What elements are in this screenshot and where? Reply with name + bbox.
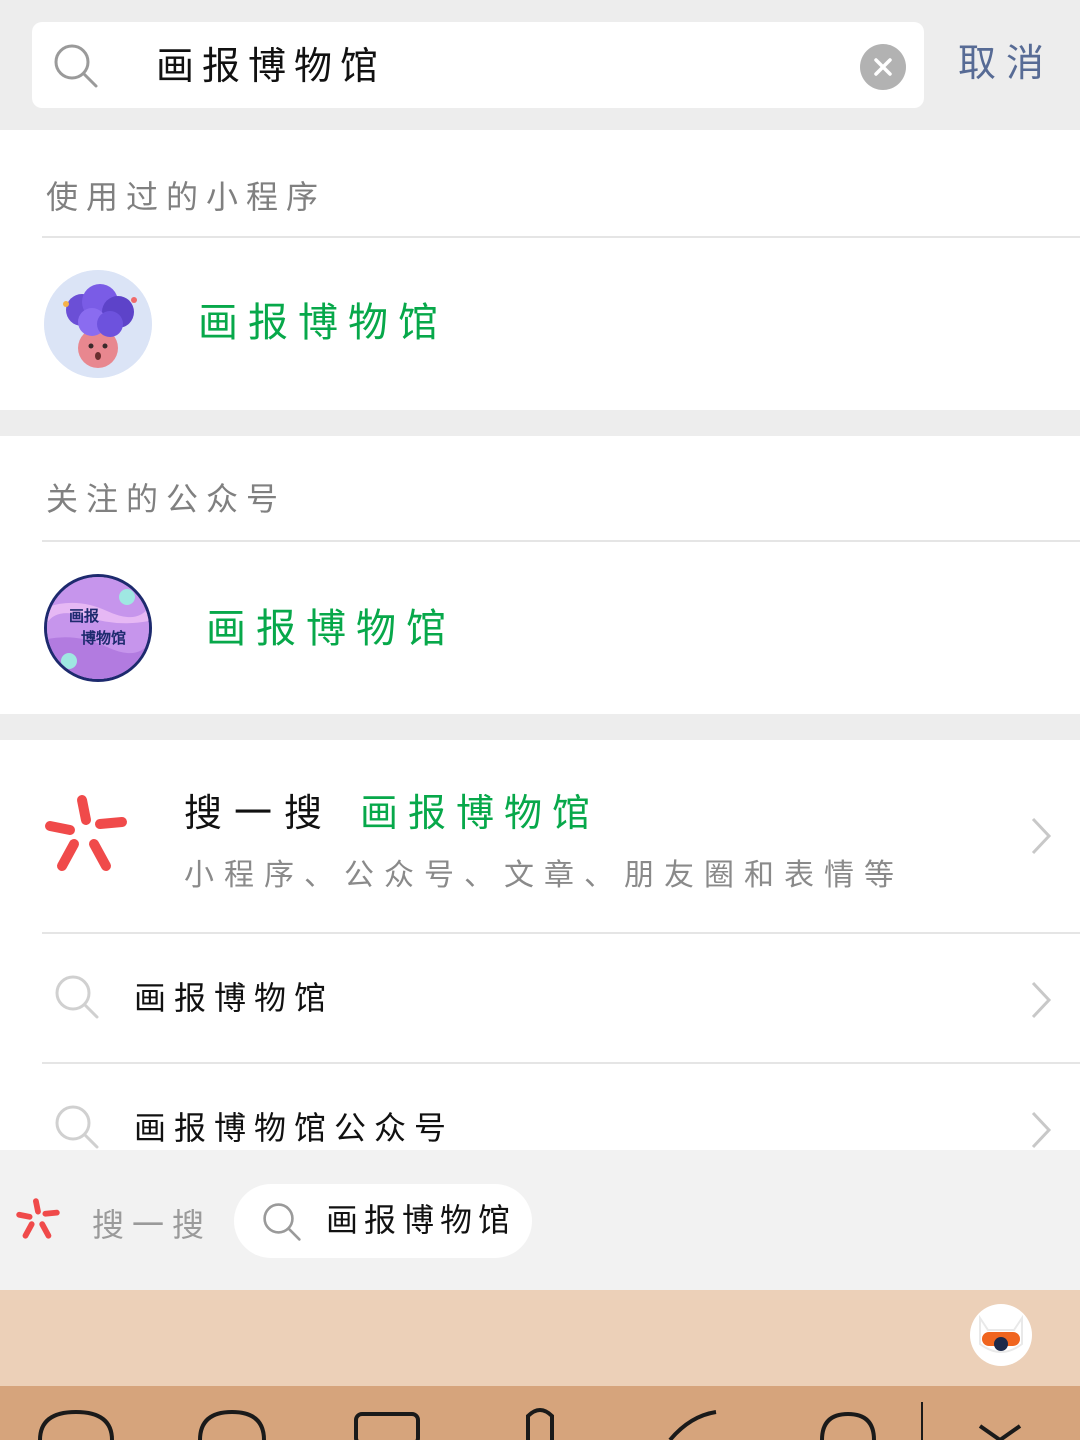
sousou-bottom-label[interactable]: 搜一搜 [92, 1200, 212, 1246]
keyboard-icon-bar [0, 1386, 1080, 1440]
search-input[interactable]: 画报博物馆 [156, 42, 386, 90]
mini-programs-section: 使用过的小程序 画报博物馆 [0, 130, 1080, 410]
sousou-subtitle: 小程序、公众号、文章、朋友圈和表情等 [184, 858, 904, 893]
cancel-button[interactable]: 取消 [958, 38, 1054, 88]
avatar-background [47, 577, 149, 679]
suggestion-text: 画报博物馆公众号 [134, 1109, 455, 1147]
sousou-label: 搜一搜 [184, 791, 335, 835]
section-title-official-accounts: 关注的公众号 [46, 480, 287, 518]
mini-program-item[interactable]: 画报博物馆 [0, 238, 1080, 410]
avatar-text-1: 画报 [69, 607, 100, 625]
search-icon [263, 1203, 301, 1241]
sousou-bottom-search-pill[interactable]: 画报博物馆 [234, 1184, 532, 1258]
chevron-right-icon [1031, 1111, 1052, 1149]
search-icon [55, 1105, 99, 1149]
suggestion-row[interactable]: 画报博物馆公众号 [0, 1064, 1080, 1150]
keyboard-toolbar [0, 1290, 1080, 1386]
section-title-mini-programs: 使用过的小程序 [46, 178, 327, 216]
search-icon [55, 975, 99, 1019]
official-account-item[interactable]: 画报 博物馆 画报博物馆 [0, 542, 1080, 714]
mini-program-name: 画报博物馆 [198, 300, 448, 346]
search-box[interactable]: 画报博物馆 [32, 22, 924, 108]
sousou-icon [45, 795, 127, 871]
clear-button[interactable] [860, 44, 906, 90]
chevron-right-icon [1031, 817, 1052, 855]
official-accounts-section: 关注的公众号 画报 博物馆 画报博物馆 [0, 436, 1080, 714]
sousou-icon[interactable] [16, 1198, 60, 1242]
assistant-robot-icon [979, 1314, 1023, 1353]
sousou-title: 搜一搜 画报博物馆 [184, 788, 600, 846]
avatar-text-2: 博物馆 [81, 629, 127, 647]
chevron-right-icon [1031, 981, 1052, 1019]
sousou-section: 搜一搜 画报博物馆 小程序、公众号、文章、朋友圈和表情等 画报博物馆 画报博物馆公… [0, 740, 1080, 1150]
suggestion-text: 画报博物馆 [134, 979, 335, 1017]
search-header: 画报博物馆 取消 [0, 0, 1080, 130]
sousou-keyword: 画报博物馆 [360, 791, 601, 835]
avatar-illustration [44, 270, 152, 378]
search-icon [54, 44, 98, 88]
keyboard-icons [38, 1402, 1022, 1440]
official-account-name: 画报博物馆 [206, 606, 456, 652]
sousou-bottom-query: 画报博物馆 [326, 1201, 517, 1239]
suggestion-row[interactable]: 画报博物馆 [0, 934, 1080, 1064]
clear-icon [874, 58, 892, 76]
official-account-avatar: 画报 博物馆 [44, 574, 152, 682]
sousou-bottom-bar: 搜一搜 画报博物馆 [0, 1150, 1080, 1290]
keyboard-assistant-icon[interactable] [970, 1304, 1032, 1366]
sousou-row[interactable]: 搜一搜 画报博物馆 小程序、公众号、文章、朋友圈和表情等 [0, 740, 1080, 932]
mini-program-avatar [44, 270, 152, 378]
